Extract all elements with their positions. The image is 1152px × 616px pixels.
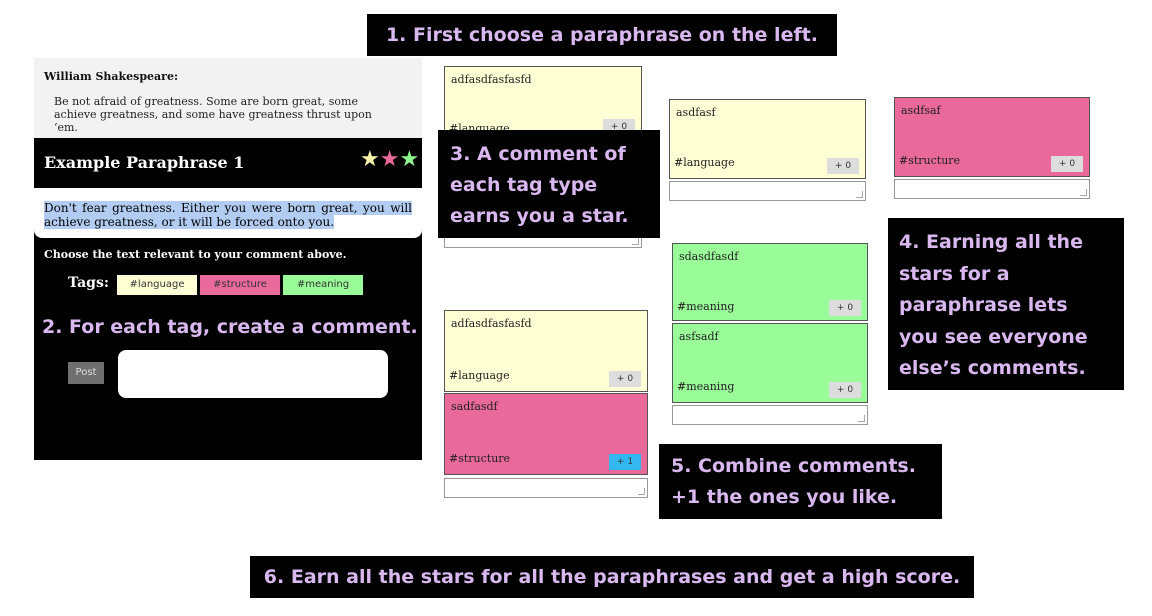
comment-reply-field[interactable] bbox=[669, 181, 866, 201]
plus-one-button[interactable]: + 0 bbox=[1051, 156, 1083, 172]
comment-reply-field[interactable] bbox=[894, 179, 1090, 199]
callout-step-3: 3. A comment of each tag type earns you … bbox=[438, 130, 660, 238]
callout-step-4: 4. Earning all the stars for a paraphras… bbox=[888, 218, 1124, 390]
comment-tag: #language bbox=[674, 156, 735, 169]
callout-step-1: 1. First choose a paraphrase on the left… bbox=[367, 14, 837, 56]
quote-author: William Shakespeare: bbox=[44, 70, 179, 83]
plus-one-button[interactable]: + 1 bbox=[609, 454, 641, 470]
comment-card[interactable]: adfasdfasfasfd #language + 0 bbox=[444, 310, 648, 392]
star-icon-structure: ★ bbox=[379, 147, 400, 172]
comment-card[interactable]: sdasdfasdf #meaning + 0 bbox=[672, 243, 868, 321]
comment-tag: #structure bbox=[899, 154, 961, 167]
paraphrase-text[interactable]: Don't fear greatness. Either you were bo… bbox=[34, 188, 422, 238]
paraphrase-panel: William Shakespeare: Be not afraid of gr… bbox=[34, 58, 422, 460]
star-rating: ★★★ bbox=[360, 148, 419, 172]
tags-label: Tags: bbox=[68, 275, 109, 291]
comment-input[interactable] bbox=[118, 350, 388, 398]
plus-one-button[interactable]: + 0 bbox=[827, 158, 859, 174]
comment-card[interactable]: asdfsaf #structure + 0 bbox=[894, 97, 1090, 177]
comment-text: adfasdfasfasfd bbox=[451, 317, 532, 330]
plus-one-button[interactable]: + 0 bbox=[609, 371, 641, 387]
comment-tag: #structure bbox=[449, 452, 511, 465]
post-button[interactable]: Post bbox=[68, 362, 104, 384]
comment-reply-field[interactable] bbox=[444, 478, 648, 498]
paraphrase-title[interactable]: Example Paraphrase 1 bbox=[44, 153, 244, 172]
choose-text-instruction: Choose the text relevant to your comment… bbox=[44, 248, 347, 261]
quote-box: William Shakespeare: Be not afraid of gr… bbox=[34, 58, 422, 138]
plus-one-button[interactable]: + 0 bbox=[829, 300, 861, 316]
callout-step-2: 2. For each tag, create a comment. bbox=[34, 312, 422, 342]
star-icon-language: ★ bbox=[360, 147, 380, 172]
comment-text: adfasdfasfasfd bbox=[451, 73, 532, 86]
tag-button-language[interactable]: #language bbox=[117, 275, 197, 295]
callout-step-5: 5. Combine comments. +1 the ones you lik… bbox=[659, 444, 942, 519]
comment-text: sadfasdf bbox=[451, 400, 498, 413]
comment-tag: #language bbox=[449, 369, 510, 382]
comment-card[interactable]: asfsadf #meaning + 0 bbox=[672, 323, 868, 403]
callout-step-6: 6. Earn all the stars for all the paraph… bbox=[250, 556, 974, 598]
comment-tag: #meaning bbox=[677, 380, 735, 393]
comment-text: asdfasf bbox=[676, 106, 716, 119]
comment-text: asfsadf bbox=[679, 330, 719, 343]
plus-one-button[interactable]: + 0 bbox=[829, 382, 861, 398]
comment-card[interactable]: adfasdfasfasfd #language + 0 bbox=[444, 66, 642, 138]
tag-button-meaning[interactable]: #meaning bbox=[283, 275, 363, 295]
selected-text-highlight[interactable]: Don't fear greatness. Either you were bo… bbox=[44, 201, 412, 229]
comment-reply-field[interactable] bbox=[672, 405, 868, 425]
star-icon-meaning: ★ bbox=[399, 147, 420, 172]
tag-button-structure[interactable]: #structure bbox=[200, 275, 280, 295]
quote-text: Be not afraid of greatness. Some are bor… bbox=[54, 95, 372, 134]
comment-card[interactable]: sadfasdf #structure + 1 bbox=[444, 393, 648, 475]
comment-tag: #meaning bbox=[677, 300, 735, 313]
comment-card[interactable]: asdfasf #language + 0 bbox=[669, 99, 866, 179]
comment-text: asdfsaf bbox=[901, 104, 941, 117]
comment-text: sdasdfasdf bbox=[679, 250, 739, 263]
